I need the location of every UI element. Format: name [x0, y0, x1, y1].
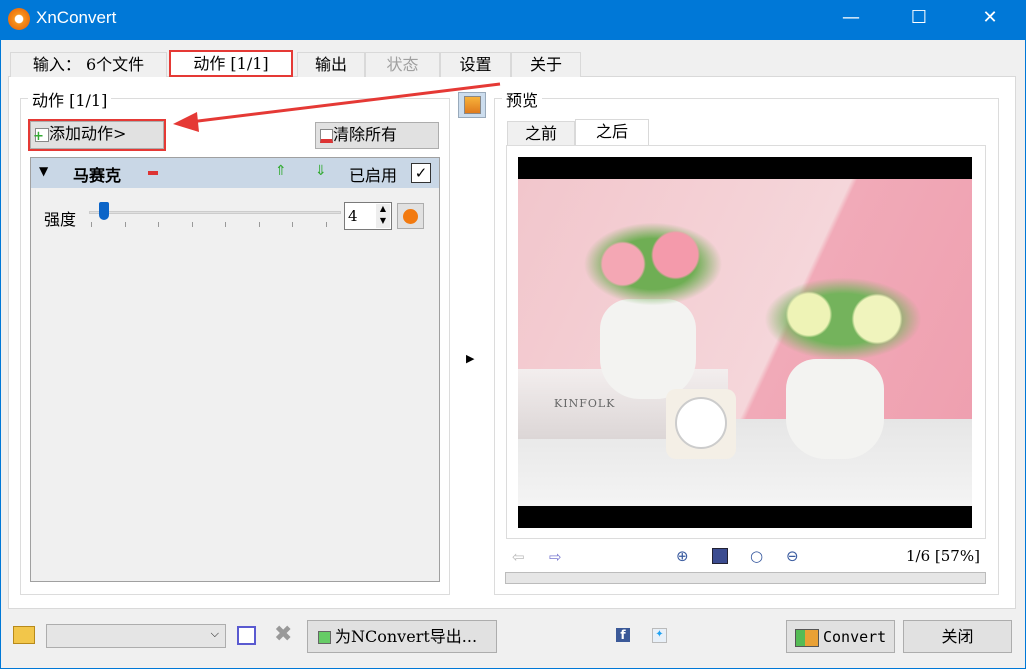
convert-icon	[795, 628, 819, 647]
enabled-checkbox[interactable]: ✓	[411, 163, 431, 183]
remove-action-icon[interactable]	[148, 171, 158, 175]
move-down-icon[interactable]: ⇓	[315, 163, 327, 179]
slider-tick	[225, 222, 226, 227]
collapse-icon[interactable]: ▼	[39, 164, 48, 178]
actions-group-label: 动作 [1/1]	[28, 87, 112, 111]
tab-input[interactable]: 输入： 6个文件	[10, 52, 167, 77]
slider-tick	[258, 222, 260, 227]
preview-scrollbar[interactable]	[505, 572, 986, 584]
add-action-label: 添加动作>	[49, 124, 127, 143]
spin-down-icon[interactable]: ▼	[376, 216, 390, 228]
load-preset-icon[interactable]	[13, 626, 35, 644]
fit-window-icon[interactable]	[712, 548, 728, 564]
page-info: 1/6 [57%]	[906, 547, 980, 565]
save-preset-icon[interactable]	[237, 626, 256, 645]
export-nconvert-button[interactable]: 为NConvert导出...	[307, 620, 497, 653]
slider-tick	[325, 222, 327, 227]
slider-tick	[158, 222, 159, 227]
preset-dropdown[interactable]: ⌵	[46, 624, 226, 648]
zoom-in-icon[interactable]: ⊕	[676, 547, 689, 565]
export-label: 为NConvert导出...	[335, 627, 478, 646]
preview-group-label: 预览	[502, 87, 543, 111]
reset-icon	[403, 209, 418, 224]
preview-canvas: KINFOLK	[506, 145, 986, 539]
toggle-preview-button[interactable]	[458, 92, 486, 118]
action-item-header: ▼ 马赛克 ⇑ ⇓ 已启用 ✓	[31, 158, 439, 188]
zoom-out-icon[interactable]: ⊖	[786, 547, 799, 565]
action-list: ▼ 马赛克 ⇑ ⇓ 已启用 ✓ 强度 4 ▲ ▼	[30, 157, 440, 582]
convert-button[interactable]: Convert	[786, 620, 895, 653]
close-window-button[interactable]: ✕	[967, 0, 1013, 36]
facebook-icon[interactable]: f	[616, 628, 630, 642]
preview-image: KINFOLK	[518, 157, 972, 528]
next-image-icon[interactable]: ⇨	[549, 548, 562, 566]
move-up-icon[interactable]: ⇑	[275, 163, 287, 179]
enabled-label: 已启用	[349, 166, 398, 185]
zoom-actual-icon[interactable]: ○	[750, 547, 763, 565]
maximize-button[interactable]: ☐	[896, 0, 942, 36]
slider-tick	[91, 222, 92, 227]
slider-ticks	[91, 222, 341, 227]
tab-actions[interactable]: 动作 [1/1]	[169, 50, 293, 77]
add-icon: +	[33, 127, 49, 143]
annotation-arrow	[173, 82, 501, 132]
reset-button[interactable]	[397, 203, 424, 229]
app-logo-icon	[8, 8, 30, 30]
chevron-down-icon: ⌵	[210, 627, 219, 640]
minimize-button[interactable]: —	[828, 0, 874, 36]
action-name: 马赛克	[73, 166, 122, 185]
export-icon	[318, 631, 331, 644]
strength-value: 4	[348, 207, 358, 225]
slider-tick	[124, 222, 126, 227]
tab-about[interactable]: 关于	[511, 52, 581, 77]
window-title: XnConvert	[36, 8, 117, 27]
tab-after[interactable]: 之后	[575, 119, 649, 146]
collapse-panel-icon[interactable]: ▶	[466, 352, 474, 365]
strength-slider[interactable]	[89, 211, 341, 214]
preview-icon	[464, 96, 481, 114]
tab-output[interactable]: 输出	[297, 52, 365, 77]
title-bar: XnConvert — ☐ ✕	[0, 0, 1026, 40]
delete-preset-icon[interactable]: ✖	[274, 622, 292, 647]
strength-spinbox[interactable]: 4 ▲ ▼	[344, 202, 392, 230]
add-action-button[interactable]: + 添加动作>	[28, 119, 166, 151]
previous-image-icon[interactable]: ⇦	[512, 548, 525, 566]
tab-status[interactable]: 状态	[365, 52, 440, 77]
twitter-icon[interactable]: ✦	[652, 628, 667, 643]
tab-settings[interactable]: 设置	[440, 52, 511, 77]
slider-tick	[191, 222, 193, 227]
slider-tick	[292, 222, 293, 227]
spin-up-icon[interactable]: ▲	[376, 204, 390, 216]
strength-label: 强度	[44, 210, 77, 229]
slider-thumb[interactable]	[98, 202, 109, 220]
close-button[interactable]: 关闭	[903, 620, 1012, 653]
convert-label: Convert	[823, 628, 887, 646]
book-text: KINFOLK	[554, 397, 616, 410]
tab-before[interactable]: 之前	[507, 121, 575, 145]
